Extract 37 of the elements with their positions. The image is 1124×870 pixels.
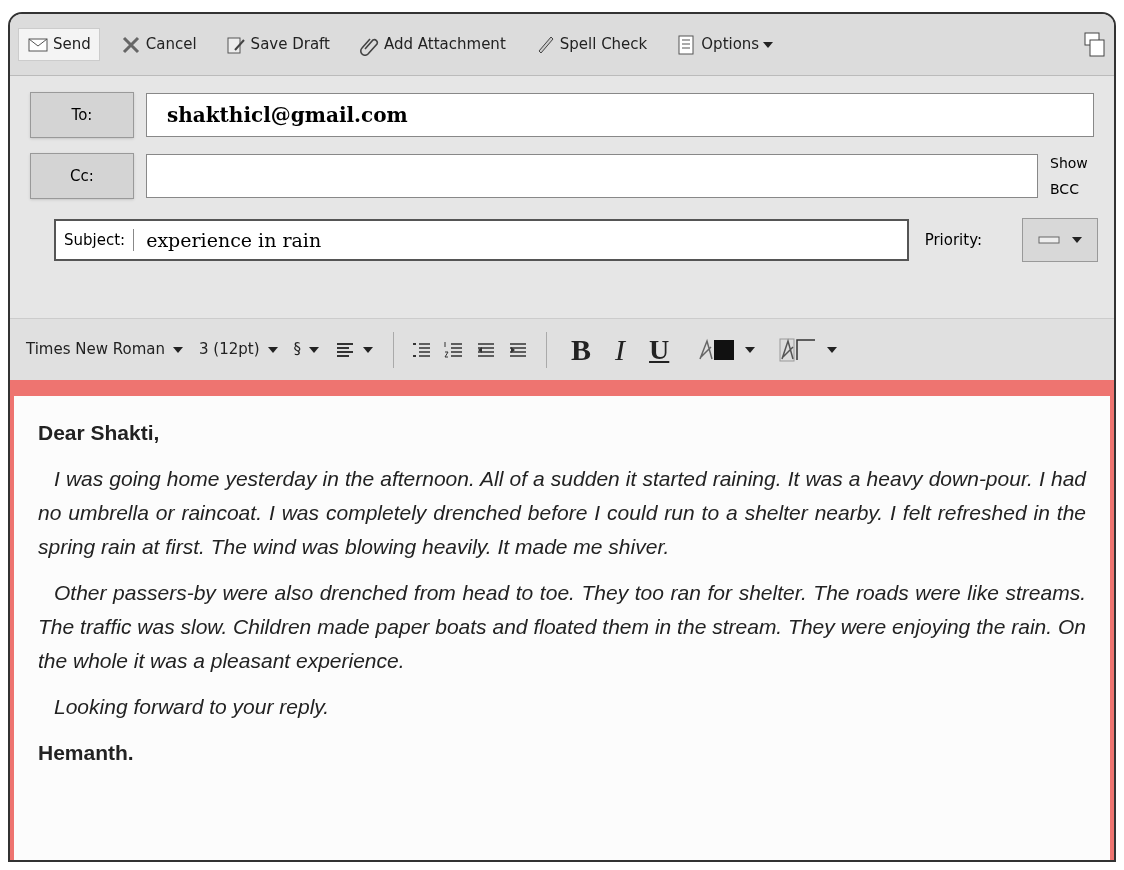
message-text: Dear Shakti, (38, 420, 161, 446)
message-text: Looking forward to your reply. (53, 694, 331, 720)
subject-label: Subject: (56, 228, 135, 252)
toolbar-button[interactable]: Send (18, 28, 100, 61)
italic-button[interactable]: I (607, 327, 634, 372)
toolbar-button[interactable]: Save Draft (216, 29, 338, 60)
message-text: Hemanth. (38, 740, 135, 766)
to-field[interactable]: shakthicl@gmail.com (146, 93, 1094, 137)
to-button[interactable]: To: (30, 92, 134, 138)
message-text: I was going home yesterday in the afternoon. All of a sudden it started raining. It was a heavy down-pour. I had no umbrella or raincoat. I was completely drenched before I could run to a shelter nearby. I felt refreshed in the spring rain at first. The wind was blowing heavily. It made me shiver. (38, 466, 1086, 560)
bold-button[interactable]: B (563, 327, 600, 372)
caret-icon (173, 346, 183, 353)
cc-button[interactable]: Cc: (30, 153, 134, 199)
toolbar-button[interactable]: Cancel (111, 29, 205, 60)
format-dropdown[interactable]: § (289, 338, 324, 361)
caret-icon (827, 346, 838, 353)
caret-icon (745, 346, 756, 353)
underline-button[interactable]: U (641, 328, 678, 371)
subject-value: experience in rain (145, 227, 323, 253)
priority-label: Priority: (924, 229, 982, 251)
window-restore-icon[interactable] (1084, 31, 1106, 58)
subject-field[interactable]: Subject: experience in rain (54, 219, 909, 261)
cc-field[interactable] (146, 154, 1038, 198)
message-body[interactable] (10, 396, 1114, 860)
toolbar-button[interactable]: Add Attachment (350, 29, 514, 60)
show-bcc-link[interactable]: Show BCC (1050, 150, 1094, 202)
caret-icon (1072, 237, 1082, 243)
dash-icon (1038, 236, 1060, 244)
format-dropdown[interactable]: Times New Roman (22, 338, 187, 361)
caret-icon (763, 41, 774, 48)
toolbar-button[interactable]: Options (667, 29, 782, 60)
caret-icon (309, 346, 320, 353)
caret-icon (363, 346, 374, 353)
caret-icon (267, 346, 278, 353)
toolbar-button[interactable]: Spell Check (525, 29, 656, 60)
message-text: Other passers-by were also drenched from head to toe. They too ran for shelter. The roads were like streams. The traffic was slow. Children made paper boats and floated them in the stream. They were enjoying the rain. On the whole it was a pleasant experience. (38, 580, 1086, 674)
format-dropdown[interactable]: 3 (12pt) (195, 338, 282, 361)
